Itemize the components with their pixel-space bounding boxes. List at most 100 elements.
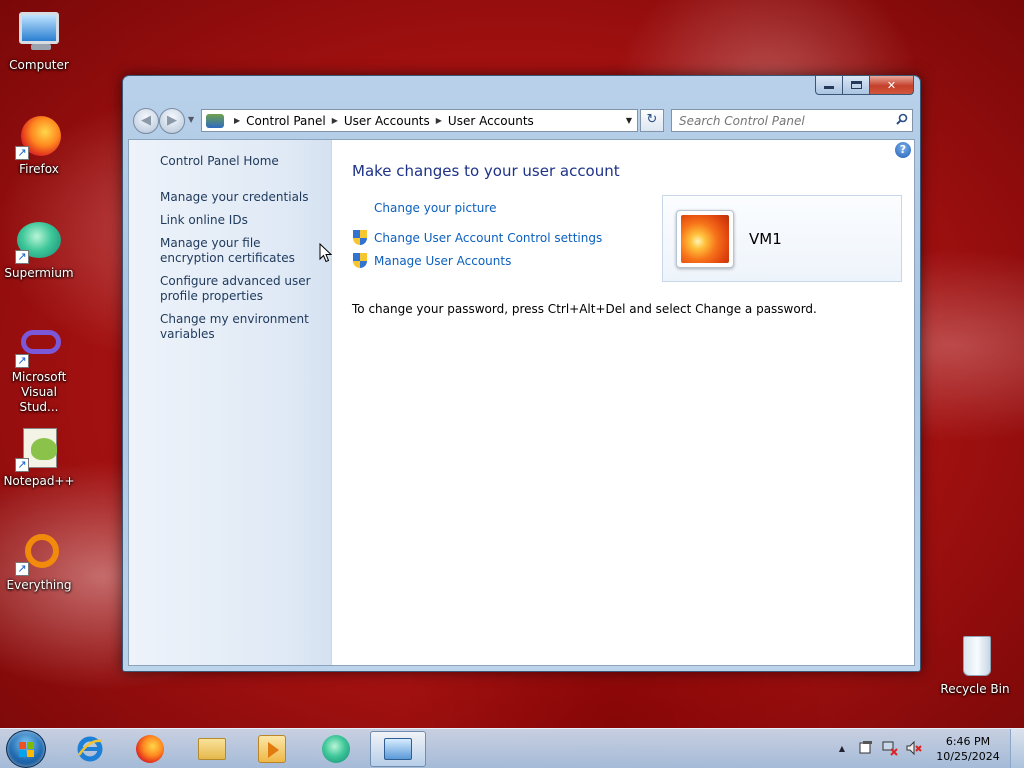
breadcrumb-separator-icon[interactable]: ▶ — [332, 116, 338, 125]
breadcrumb-control-panel[interactable]: Control Panel — [246, 114, 326, 128]
control-panel-icon — [206, 113, 224, 128]
desktop-icon-recycle-bin[interactable]: Recycle Bin — [937, 632, 1013, 697]
link-advanced-profile-properties[interactable]: Configure advanced user profile properti… — [160, 274, 320, 304]
breadcrumb-user-accounts[interactable]: User Accounts — [344, 114, 430, 128]
desktop-icon-label: Everything — [6, 578, 72, 592]
search-input[interactable] — [672, 110, 892, 131]
address-bar[interactable]: ▶ Control Panel ▶ User Accounts ▶ User A… — [201, 109, 638, 132]
help-button[interactable]: ? — [895, 142, 911, 158]
link-control-panel-home[interactable]: Control Panel Home — [160, 154, 320, 169]
mouse-cursor-icon — [319, 243, 333, 263]
minimize-icon — [824, 86, 834, 89]
show-desktop-button[interactable] — [1010, 729, 1024, 768]
control-panel-icon — [384, 738, 412, 760]
caption-buttons: ✕ — [815, 76, 914, 95]
firefox-icon — [136, 735, 164, 763]
shortcut-arrow-icon: ↗ — [15, 146, 29, 160]
system-tray: ▲ 6:46 PM 10/25/2024 — [830, 729, 1024, 768]
recent-pages-dropdown[interactable]: ▼ — [188, 115, 194, 124]
content-area: Control Panel Home Manage your credentia… — [128, 139, 915, 666]
show-hidden-icons-button[interactable]: ▲ — [833, 740, 851, 758]
control-panel-window: ✕ ◀ ▶ ▼ ▶ Control Panel ▶ User Accounts … — [122, 75, 921, 672]
task-change-picture[interactable]: Change your picture — [352, 201, 496, 215]
shortcut-arrow-icon: ↗ — [15, 458, 29, 472]
task-label[interactable]: Change your picture — [374, 201, 496, 215]
task-manage-user-accounts[interactable]: Manage User Accounts — [352, 253, 511, 269]
task-label[interactable]: Manage User Accounts — [374, 254, 511, 268]
network-icon[interactable] — [881, 740, 899, 758]
task-pane: Control Panel Home Manage your credentia… — [129, 140, 332, 665]
refresh-icon: ↻ — [646, 112, 658, 127]
breadcrumb-separator-icon[interactable]: ▶ — [234, 116, 240, 125]
close-icon: ✕ — [886, 78, 897, 92]
desktop-icon-firefox[interactable]: ↗ Firefox — [1, 112, 77, 177]
taskbar: ▲ 6:46 PM 10/25/2024 — [0, 728, 1024, 768]
password-note: To change your password, press Ctrl+Alt+… — [352, 302, 817, 316]
back-arrow-icon: ◀ — [141, 113, 151, 128]
forward-button[interactable]: ▶ — [159, 108, 185, 134]
user-avatar — [676, 210, 734, 268]
desktop-icon-label: Supermium — [4, 266, 74, 280]
desktop-icon-label: Firefox — [19, 162, 59, 176]
visual-studio-icon: ↗ — [15, 320, 63, 368]
link-file-encryption-certificates[interactable]: Manage your file encryption certificates — [160, 236, 320, 266]
shortcut-arrow-icon: ↗ — [15, 562, 29, 576]
supermium-icon — [322, 735, 350, 763]
main-pane: ? Make changes to your user account Chan… — [333, 140, 914, 665]
clock-time: 6:46 PM — [945, 735, 991, 748]
search-box[interactable] — [671, 109, 913, 132]
desktop-icon-computer[interactable]: Computer — [1, 8, 77, 73]
firefox-icon: ↗ — [15, 112, 63, 160]
desktop-icon-label: Recycle Bin — [940, 682, 1010, 696]
media-player-icon — [258, 735, 286, 763]
desktop-icon-notepadpp[interactable]: ↗ Notepad++ — [1, 424, 77, 489]
help-icon: ? — [899, 143, 907, 156]
address-dropdown-icon[interactable]: ▼ — [621, 116, 637, 125]
desktop-icon-supermium[interactable]: ↗ Supermium — [1, 216, 77, 281]
shortcut-arrow-icon: ↗ — [15, 250, 29, 264]
everything-icon: ↗ — [15, 528, 63, 576]
link-online-ids[interactable]: Link online IDs — [160, 213, 320, 228]
search-icon[interactable] — [892, 113, 912, 128]
maximize-button[interactable] — [843, 76, 870, 95]
link-environment-variables[interactable]: Change my environment variables — [160, 312, 320, 342]
close-button[interactable]: ✕ — [870, 76, 914, 95]
desktop-icon-visual-studio[interactable]: ↗ Microsoft Visual Stud... — [1, 320, 77, 415]
flower-picture-icon — [681, 215, 729, 263]
windows-logo-icon — [19, 742, 35, 758]
computer-icon — [15, 8, 63, 56]
start-button[interactable] — [6, 730, 46, 768]
clock[interactable]: 6:46 PM 10/25/2024 — [932, 734, 1004, 764]
volume-muted-icon[interactable] — [905, 740, 923, 758]
link-manage-credentials[interactable]: Manage your credentials — [160, 190, 320, 205]
breadcrumb-separator-icon[interactable]: ▶ — [436, 116, 442, 125]
recycle-bin-icon — [951, 632, 999, 680]
clock-date: 10/25/2024 — [936, 750, 1000, 763]
user-name: VM1 — [749, 230, 782, 248]
user-tile: VM1 — [662, 195, 902, 282]
desktop-icon-label: Notepad++ — [3, 474, 75, 488]
page-title: Make changes to your user account — [352, 162, 620, 180]
taskbar-media-player[interactable] — [244, 731, 300, 767]
task-label[interactable]: Change User Account Control settings — [374, 231, 602, 245]
desktop-icon-label: Computer — [9, 58, 69, 72]
taskbar-internet-explorer[interactable] — [62, 731, 118, 767]
folder-icon — [198, 738, 226, 760]
refresh-button[interactable]: ↻ — [640, 109, 664, 132]
uac-shield-icon — [352, 253, 368, 269]
breadcrumb-user-accounts-current[interactable]: User Accounts — [448, 114, 534, 128]
task-uac-settings[interactable]: Change User Account Control settings — [352, 230, 602, 246]
minimize-button[interactable] — [815, 76, 843, 95]
taskbar-control-panel[interactable] — [370, 731, 426, 767]
internet-explorer-icon — [77, 736, 103, 762]
notepadpp-icon: ↗ — [15, 424, 63, 472]
taskbar-firefox[interactable] — [122, 731, 178, 767]
back-button[interactable]: ◀ — [133, 108, 159, 134]
supermium-icon: ↗ — [15, 216, 63, 264]
taskbar-supermium[interactable] — [308, 731, 364, 767]
navigation-bar: ◀ ▶ ▼ ▶ Control Panel ▶ User Accounts ▶ … — [131, 107, 914, 135]
maximize-icon — [850, 81, 862, 89]
action-center-icon[interactable] — [857, 740, 875, 758]
desktop-icon-everything[interactable]: ↗ Everything — [1, 528, 77, 593]
taskbar-windows-explorer[interactable] — [184, 731, 240, 767]
